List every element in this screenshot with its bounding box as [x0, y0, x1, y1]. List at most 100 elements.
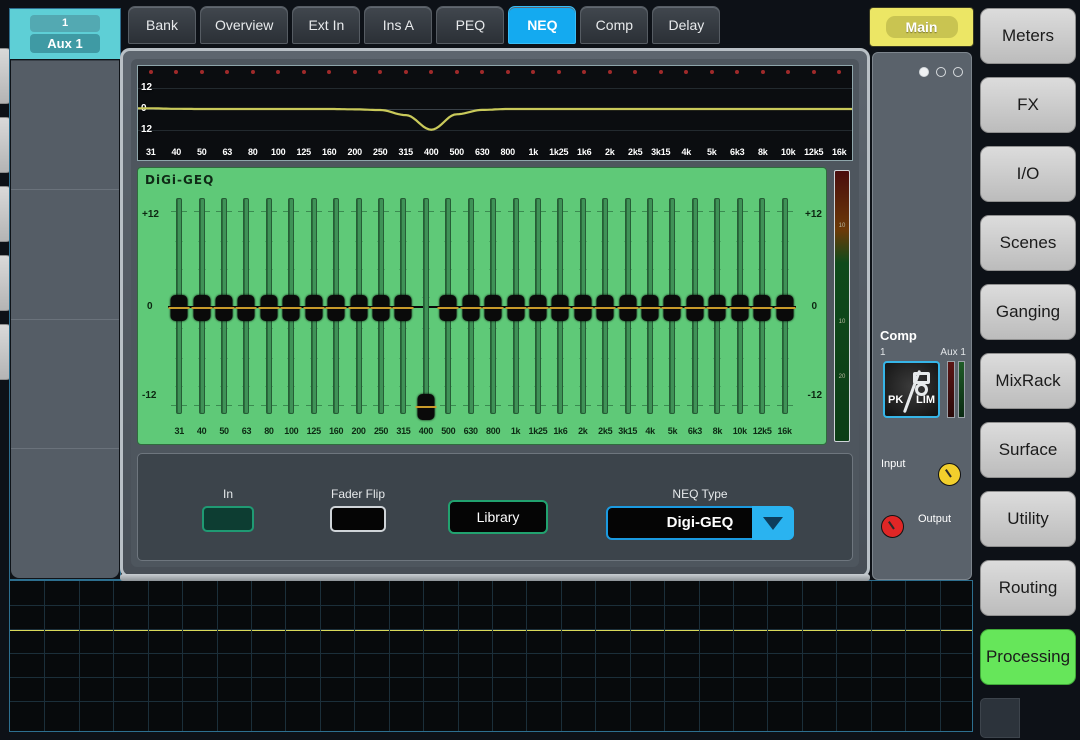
geq-fader-63[interactable]	[235, 196, 257, 416]
geq-fader-knob[interactable]	[594, 295, 616, 322]
geq-fader-1k6[interactable]	[549, 196, 571, 416]
channel-header[interactable]: 1 Aux 1	[10, 9, 120, 59]
geq-fader-knob[interactable]	[258, 295, 280, 322]
channel-slot[interactable]	[11, 190, 119, 320]
tab-comp[interactable]: Comp	[580, 6, 649, 44]
eq-response-graph[interactable]: 12 0 12 31 40 50 63 80 100 125 160 200 250 315 400 5…	[137, 65, 853, 161]
pk-lim-icon[interactable]: PK LIM	[883, 361, 940, 418]
geq-fader-knob[interactable]	[213, 295, 235, 322]
channel-slot[interactable]	[11, 320, 119, 449]
geq-fader-knob[interactable]	[482, 295, 504, 322]
geq-fader-4k[interactable]	[639, 196, 661, 416]
geq-fader-knob[interactable]	[303, 295, 325, 322]
geq-fader-knob[interactable]	[706, 295, 728, 322]
geq-fader-100[interactable]	[280, 196, 302, 416]
nav-surface[interactable]: Surface	[980, 422, 1076, 478]
geq-fader-knob[interactable]	[617, 295, 639, 322]
geq-fader-400[interactable]	[415, 196, 437, 421]
tab-ext-in[interactable]: Ext In	[292, 6, 361, 44]
geq-fader-knob[interactable]	[661, 295, 683, 322]
geq-fader-knob[interactable]	[751, 295, 773, 322]
geq-fader-250[interactable]	[370, 196, 392, 416]
geq-fader-6k3[interactable]	[684, 196, 706, 416]
geq-fader-knob[interactable]	[527, 295, 549, 322]
nav-i-o[interactable]: I/O	[980, 146, 1076, 202]
geq-fader-200[interactable]	[347, 196, 370, 416]
geq-fader-8k[interactable]	[706, 196, 728, 416]
geq-fader-160[interactable]	[325, 196, 347, 416]
geq-fader-knob[interactable]	[168, 295, 190, 322]
geq-fader-5k[interactable]	[661, 196, 683, 416]
geq-fader-knob[interactable]	[370, 295, 392, 322]
nav-processing[interactable]: Processing	[980, 629, 1076, 685]
geq-fader-1k[interactable]	[504, 196, 527, 416]
channel-slot[interactable]	[11, 61, 119, 191]
neq-type-select[interactable]: Digi-GEQ	[606, 506, 794, 540]
geq-fader-knob[interactable]	[639, 295, 661, 322]
library-button[interactable]: Library	[448, 500, 548, 534]
page-dot-1[interactable]	[919, 67, 929, 77]
tab-overview[interactable]: Overview	[200, 6, 289, 44]
fader-flip-button[interactable]	[330, 506, 386, 532]
main-button[interactable]: Main	[869, 7, 974, 47]
graphic-eq-panel[interactable]: DiGi-GEQ +12 +12 0 0 -12 -12 31 40 50 63 80 1…	[137, 167, 827, 445]
nav-stub-button[interactable]	[980, 698, 1020, 738]
page-dot-3[interactable]	[953, 67, 963, 77]
geq-fader-800[interactable]	[482, 196, 504, 416]
geq-fader-12k5[interactable]	[751, 196, 773, 416]
geq-fader-knob[interactable]	[280, 295, 302, 322]
geq-fader-knob[interactable]	[392, 295, 414, 322]
geq-fader-315[interactable]	[392, 196, 414, 416]
geq-fader-knob[interactable]	[505, 295, 527, 322]
bottom-meter-grid[interactable]	[9, 580, 973, 732]
tab-peq[interactable]: PEQ	[436, 6, 505, 44]
nav-routing[interactable]: Routing	[980, 560, 1076, 616]
geq-fader-knob[interactable]	[437, 295, 459, 322]
nav-scenes[interactable]: Scenes	[980, 215, 1076, 271]
geq-fader-knob[interactable]	[684, 295, 706, 322]
geq-fader-knob[interactable]	[415, 394, 437, 421]
channel-strip[interactable]: 1 Aux 1	[9, 8, 121, 580]
geq-fader-40[interactable]	[190, 196, 213, 416]
geq-fader-2k[interactable]	[572, 196, 594, 416]
geq-fader-630[interactable]	[459, 196, 482, 416]
page-dot-2[interactable]	[936, 67, 946, 77]
geq-fader-16k[interactable]	[773, 196, 796, 416]
chevron-down-icon[interactable]	[752, 506, 794, 540]
tab-neq[interactable]: NEQ	[508, 6, 577, 44]
tab-ins-a[interactable]: Ins A	[364, 6, 433, 44]
nav-utility[interactable]: Utility	[980, 491, 1076, 547]
geq-fader-10k[interactable]	[729, 196, 751, 416]
geq-fader-knob[interactable]	[774, 295, 796, 322]
geq-fader-knob[interactable]	[549, 295, 571, 322]
geq-fader-2k5[interactable]	[594, 196, 616, 416]
nav-ganging[interactable]: Ganging	[980, 284, 1076, 340]
channel-slot[interactable]	[11, 449, 119, 578]
tab-bank[interactable]: Bank	[128, 6, 196, 44]
nav-meters[interactable]: Meters	[980, 8, 1076, 64]
geq-fader-500[interactable]	[437, 196, 459, 416]
nav-mixrack[interactable]: MixRack	[980, 353, 1076, 409]
geq-fader-50[interactable]	[213, 196, 235, 416]
input-gain-knob[interactable]	[938, 463, 961, 486]
in-button[interactable]	[202, 506, 254, 532]
grid-line-vertical	[801, 581, 803, 731]
nav-fx[interactable]: FX	[980, 77, 1076, 133]
geq-fader-3k15[interactable]	[616, 196, 639, 416]
geq-fader-knob[interactable]	[348, 295, 370, 322]
geq-fader-knob[interactable]	[460, 295, 482, 322]
geq-fader-31[interactable]	[168, 196, 190, 416]
geq-fader-1k25[interactable]	[527, 196, 549, 416]
geq-fader-track[interactable]	[422, 198, 429, 414]
geq-fader-knob[interactable]	[572, 295, 594, 322]
geq-fader-knob[interactable]	[235, 295, 257, 322]
page-indicator-dots[interactable]	[919, 67, 963, 77]
geq-fader-125[interactable]	[303, 196, 325, 416]
tab-delay[interactable]: Delay	[652, 6, 721, 44]
output-gain-knob[interactable]	[881, 515, 904, 538]
library-control: Library	[448, 500, 548, 534]
geq-fader-knob[interactable]	[325, 295, 347, 322]
geq-fader-80[interactable]	[258, 196, 280, 416]
geq-fader-knob[interactable]	[191, 295, 213, 322]
geq-fader-knob[interactable]	[729, 295, 751, 322]
